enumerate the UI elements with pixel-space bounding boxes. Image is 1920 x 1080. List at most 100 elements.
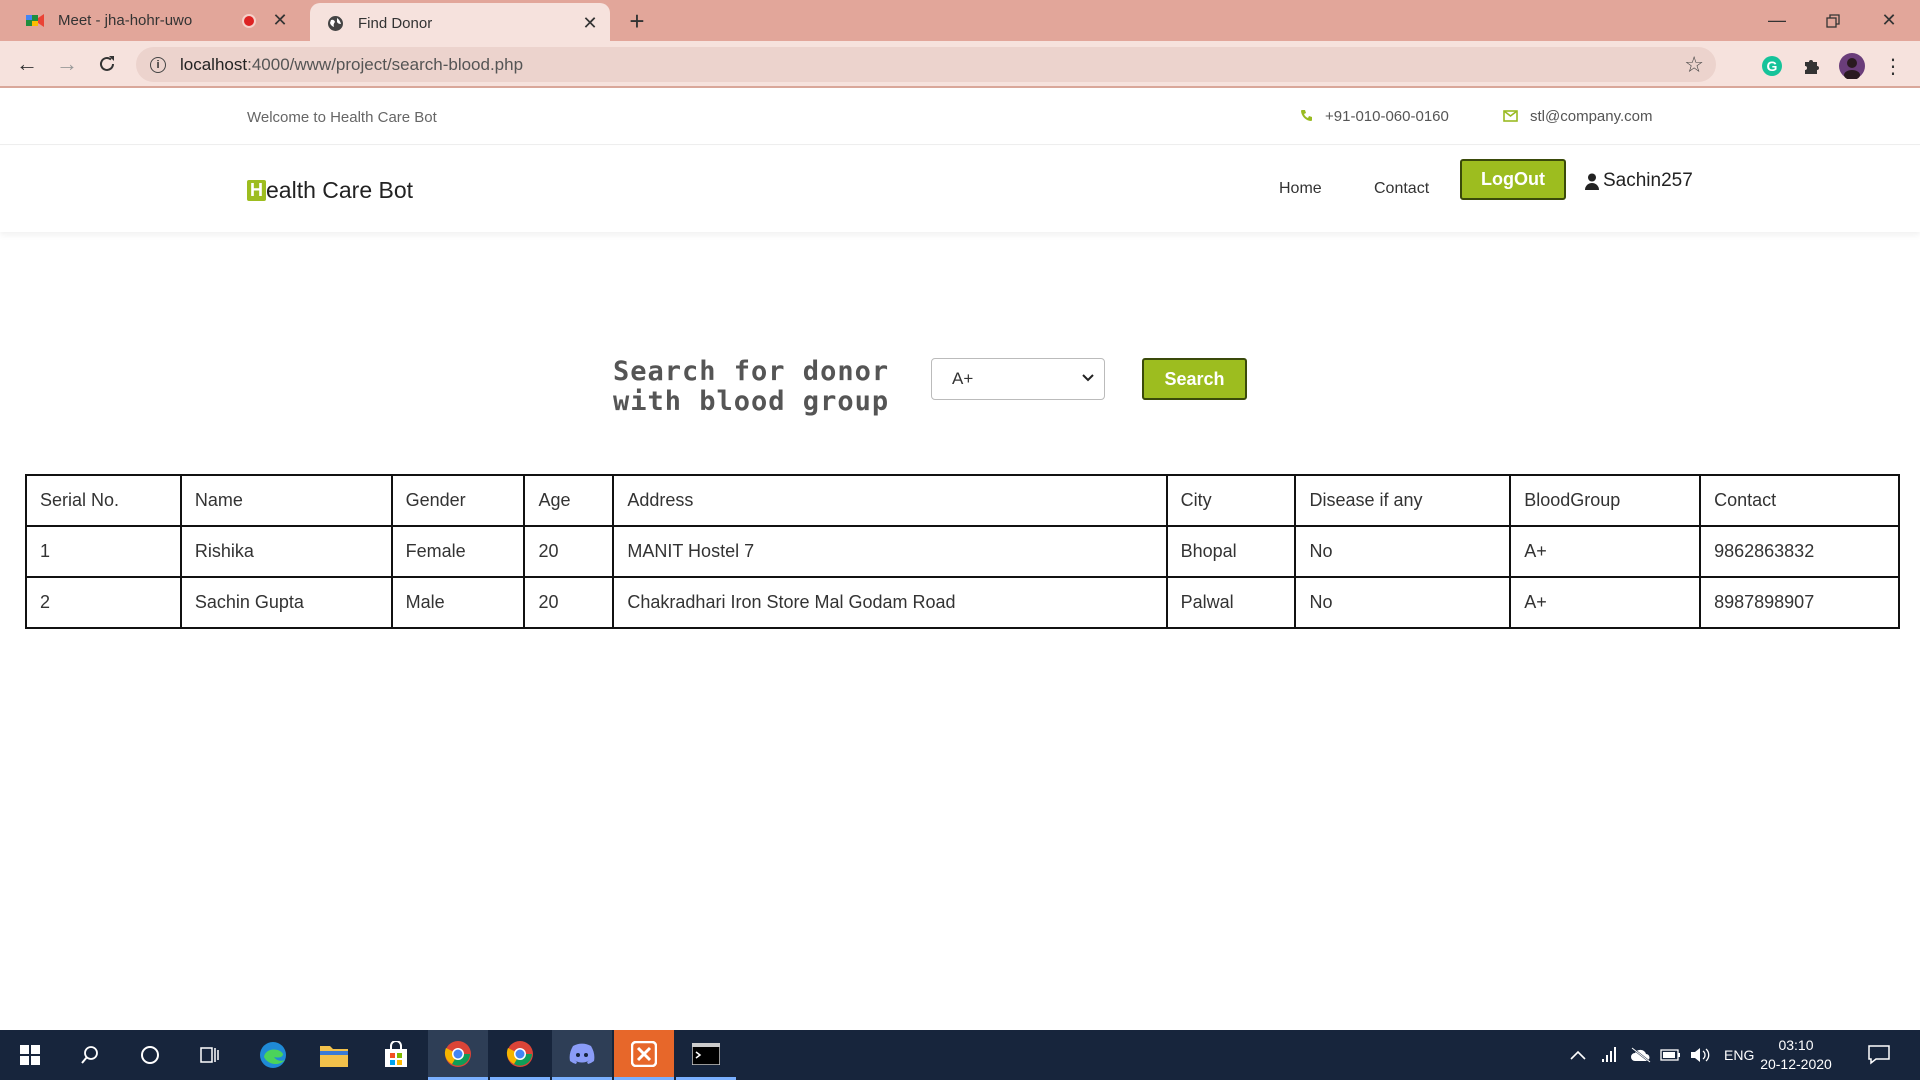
globe-icon — [326, 15, 344, 33]
chevron-down-icon — [1082, 371, 1094, 385]
store-icon[interactable] — [366, 1030, 426, 1080]
cell-disease: No — [1294, 525, 1512, 578]
cell-contact: 9862863832 — [1699, 525, 1900, 578]
xampp-icon[interactable] — [614, 1030, 674, 1080]
bookmark-star-icon[interactable]: ☆ — [1684, 52, 1704, 78]
show-hidden-icons-chevron-icon[interactable] — [1570, 1030, 1586, 1080]
windows-start-icon[interactable] — [0, 1030, 60, 1080]
logo-initial: H — [247, 180, 266, 201]
file-explorer-icon[interactable] — [304, 1030, 364, 1080]
chrome-icon[interactable] — [490, 1030, 550, 1080]
discord-icon[interactable] — [552, 1030, 612, 1080]
header-name: Name — [179, 474, 393, 527]
search-heading: Search for donor with blood group — [613, 357, 889, 417]
table-header-row: Serial No. Name Gender Age Address City … — [25, 474, 1900, 527]
cell-gender: Male — [390, 576, 526, 629]
browser-toolbar: ← → i localhost:4000/www/project/search-… — [0, 41, 1920, 88]
tab-find-donor[interactable]: Find Donor ✕ — [310, 3, 610, 44]
url-path: :4000/www/project/search-blood.php — [247, 54, 524, 74]
user-profile[interactable]: Sachin257 — [1585, 170, 1693, 192]
close-tab-icon[interactable]: ✕ — [580, 13, 600, 34]
cell-age: 20 — [523, 525, 615, 578]
cell-serial: 2 — [25, 576, 182, 629]
grammarly-icon[interactable]: G — [1759, 53, 1785, 79]
username: Sachin257 — [1603, 170, 1693, 191]
contact-phone: +91-010-060-0160 — [1300, 108, 1449, 125]
onedrive-offline-icon[interactable] — [1630, 1030, 1652, 1080]
cell-address: MANIT Hostel 7 — [612, 525, 1168, 578]
selected-blood-group: A+ — [952, 369, 974, 388]
back-arrow-icon[interactable]: ← — [12, 49, 42, 79]
network-icon[interactable] — [1600, 1030, 1620, 1080]
address-bar[interactable]: i localhost:4000/www/project/search-bloo… — [136, 47, 1716, 82]
task-view-icon[interactable] — [180, 1030, 240, 1080]
clock-date: 20-12-2020 — [1760, 1056, 1832, 1072]
reload-icon[interactable] — [92, 49, 122, 79]
search-heading-line1: Search for donor — [613, 356, 890, 387]
header-gender: Gender — [390, 474, 526, 527]
cell-name: Rishika — [179, 525, 393, 578]
cell-serial: 1 — [25, 525, 182, 578]
user-icon — [1585, 173, 1599, 190]
header-city: City — [1165, 474, 1297, 527]
header-serial: Serial No. — [25, 474, 182, 527]
nav-home[interactable]: Home — [1279, 180, 1322, 198]
cell-age: 20 — [523, 576, 615, 629]
blood-group-select[interactable]: A+ — [931, 358, 1105, 400]
extensions-puzzle-icon[interactable] — [1799, 53, 1825, 79]
recording-icon — [242, 13, 256, 28]
cell-contact: 8987898907 — [1699, 576, 1900, 629]
language-indicator[interactable]: ENG — [1724, 1030, 1754, 1080]
cell-city: Bhopal — [1165, 525, 1297, 578]
contact-email: stl@company.com — [1503, 108, 1652, 125]
close-tab-icon[interactable]: ✕ — [270, 10, 290, 31]
donor-table: Serial No. Name Gender Age Address City … — [25, 474, 1900, 629]
cell-address: Chakradhari Iron Store Mal Godam Road — [612, 576, 1168, 629]
chrome-icon[interactable] — [428, 1030, 488, 1080]
header-contact: Contact — [1699, 474, 1900, 527]
tab-title: Meet - jha-hohr-uwo — [58, 12, 193, 29]
search-button[interactable]: Search — [1142, 358, 1247, 400]
site-header: Health Care Bot Home Contact LogOut Sach… — [0, 146, 1920, 232]
header-bloodgroup: BloodGroup — [1509, 474, 1702, 527]
close-window-icon[interactable]: ✕ — [1862, 0, 1916, 41]
notifications-icon[interactable] — [1868, 1030, 1890, 1080]
volume-icon[interactable] — [1690, 1030, 1710, 1080]
phone-icon — [1300, 109, 1313, 125]
search-heading-line2: with blood group — [613, 386, 890, 417]
clock-time: 03:10 — [1778, 1037, 1814, 1053]
cell-disease: No — [1294, 576, 1512, 629]
cell-gender: Female — [390, 525, 526, 578]
header-disease: Disease if any — [1294, 474, 1512, 527]
logo-text: ealth Care Bot — [266, 177, 414, 203]
svg-text:G: G — [1767, 58, 1778, 74]
table-row: 2 Sachin Gupta Male 20 Chakradhari Iron … — [25, 576, 1900, 629]
site-topbar: Welcome to Health Care Bot +91-010-060-0… — [0, 90, 1920, 145]
browser-tab-strip: Meet - jha-hohr-uwo ✕ Find Donor ✕ + — ✕ — [0, 0, 1920, 44]
terminal-icon[interactable] — [676, 1030, 736, 1080]
cortana-icon[interactable] — [120, 1030, 180, 1080]
cell-bloodgroup: A+ — [1509, 525, 1702, 578]
minimize-icon[interactable]: — — [1750, 0, 1804, 41]
tab-meet[interactable]: Meet - jha-hohr-uwo ✕ — [10, 0, 300, 41]
search-icon[interactable] — [60, 1030, 120, 1080]
battery-icon[interactable] — [1660, 1030, 1682, 1080]
logout-button[interactable]: LogOut — [1460, 159, 1566, 200]
restore-icon[interactable] — [1806, 0, 1860, 41]
new-tab-button[interactable]: + — [625, 6, 649, 37]
site-logo[interactable]: Health Care Bot — [247, 177, 413, 204]
nav-contact[interactable]: Contact — [1374, 180, 1429, 198]
windows-taskbar: ENG 03:10 20-12-2020 — [0, 1030, 1920, 1080]
cell-bloodgroup: A+ — [1509, 576, 1702, 629]
profile-avatar-icon[interactable] — [1839, 53, 1865, 79]
url-host: localhost — [180, 54, 248, 74]
meet-icon — [26, 12, 44, 30]
forward-arrow-icon[interactable]: → — [52, 49, 82, 79]
menu-kebab-icon[interactable]: ⋮ — [1880, 53, 1906, 79]
cell-name: Sachin Gupta — [179, 576, 393, 629]
phone-number: +91-010-060-0160 — [1325, 108, 1449, 125]
envelope-icon — [1503, 109, 1518, 125]
info-icon[interactable]: i — [150, 56, 166, 73]
edge-icon[interactable] — [243, 1030, 303, 1080]
system-clock[interactable]: 03:10 20-12-2020 — [1756, 1036, 1836, 1074]
